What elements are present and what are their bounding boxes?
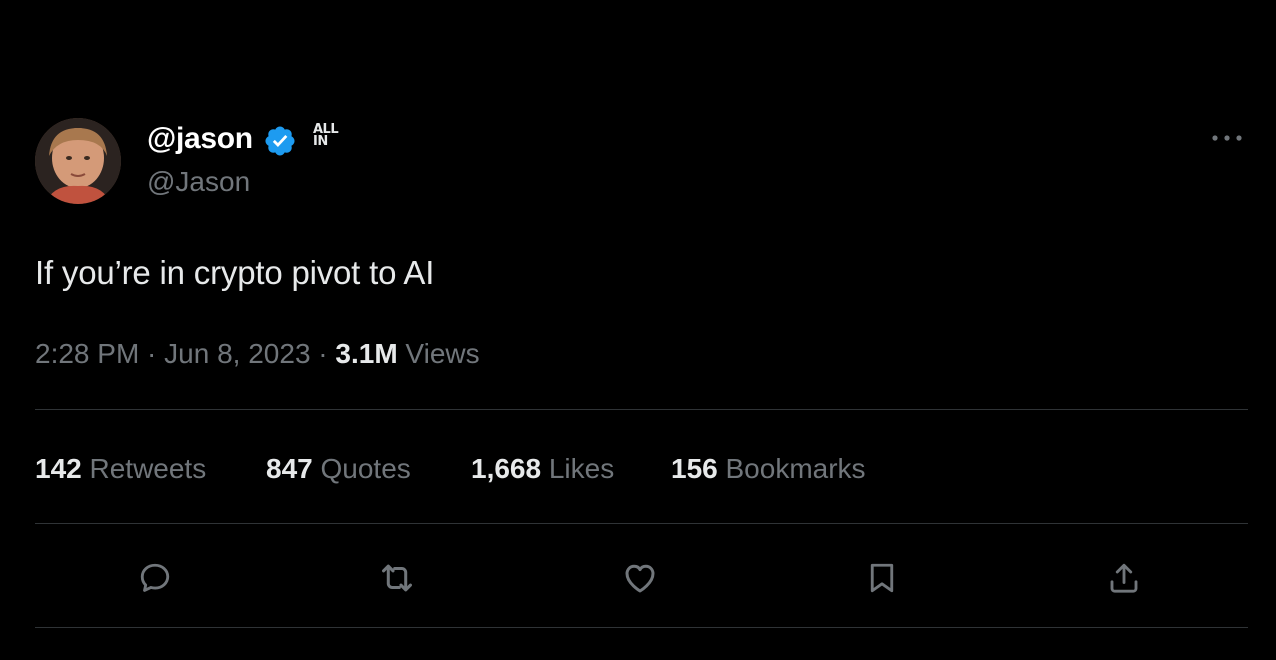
divider-middle [35,523,1248,524]
heart-icon [625,564,655,593]
bookmarks-label: Bookmarks [717,453,866,484]
display-name[interactable]: @jason [147,122,253,156]
tweet-card: @jason ALL IN @Jason If you’re in crypto… [0,0,1276,660]
views-count: 3.1M [335,338,398,369]
more-horizontal-icon[interactable] [1209,126,1245,150]
retweet-icon [382,564,412,592]
divider-bottom [35,627,1248,628]
reply-icon [140,563,170,592]
likes-stat[interactable]: 1,668 Likes [471,453,614,485]
retweets-stat[interactable]: 142 Retweets [35,453,206,485]
verified-badge-icon [265,126,295,156]
bookmarks-count: 156 [671,453,718,484]
tweet-date[interactable]: Jun 8, 2023 [164,338,310,369]
quotes-stat[interactable]: 847 Quotes [266,453,411,485]
retweets-count: 142 [35,453,82,484]
avatar-photo [35,118,121,204]
share-button[interactable] [1102,556,1146,600]
quotes-count: 847 [266,453,313,484]
user-handle[interactable]: @Jason [147,166,250,198]
views-label: Views [397,338,480,369]
affiliation-badge-line2: IN [313,134,328,149]
meta-separator: · [139,338,165,369]
divider-top [35,409,1248,410]
tweet-text: If you’re in crypto pivot to AI [35,254,435,291]
retweet-button[interactable] [375,556,419,600]
meta-separator: · [310,338,336,369]
likes-label: Likes [541,453,615,484]
affiliation-badge[interactable]: ALL IN [313,123,345,154]
tweet-time[interactable]: 2:28 PM [35,338,139,369]
retweets-label: Retweets [81,453,207,484]
share-icon [1110,563,1138,593]
like-button[interactable] [618,556,662,600]
bookmark-icon [870,563,894,593]
quotes-label: Quotes [312,453,411,484]
bookmarks-stat[interactable]: 156 Bookmarks [671,453,866,485]
bookmark-button[interactable] [860,556,904,600]
tweet-meta: 2:28 PM · Jun 8, 2023 · 3.1M Views [35,338,480,370]
likes-count: 1,668 [471,453,542,484]
avatar[interactable] [35,118,121,204]
reply-button[interactable] [133,556,177,600]
